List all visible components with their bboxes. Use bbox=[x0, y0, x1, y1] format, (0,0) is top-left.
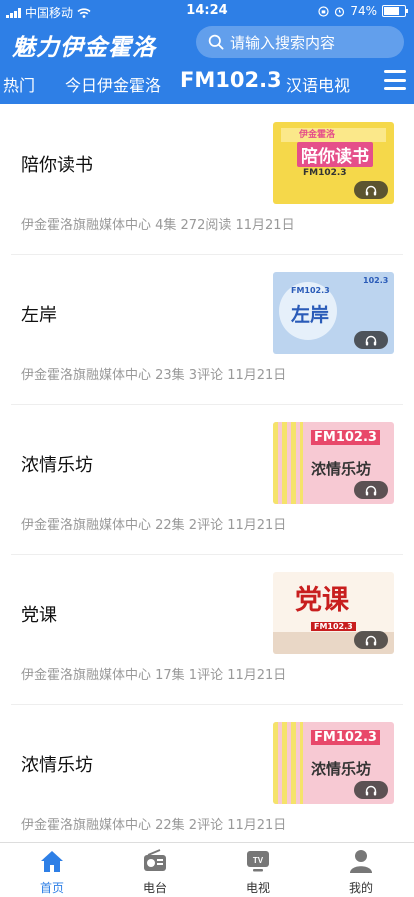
search-placeholder: 请输入搜索内容 bbox=[230, 33, 336, 52]
item-title: 浓情乐坊 bbox=[21, 455, 93, 476]
tv-icon: TV bbox=[247, 851, 269, 872]
item-thumbnail[interactable]: 党课 FM102.3 bbox=[273, 572, 394, 654]
thumb-title: 浓情乐坊 bbox=[311, 760, 372, 778]
list-item[interactable]: 党课 伊金霍洛旗融媒体中心 17集 1评论 11月21日 党课 FM102.3 bbox=[11, 554, 403, 705]
orientation-lock-icon bbox=[318, 5, 329, 17]
status-bar: 中国移动 14:24 74% bbox=[0, 0, 414, 24]
thumb-title: 党课 bbox=[295, 585, 349, 616]
list-item[interactable]: 浓情乐坊 伊金霍洛旗融媒体中心 22集 2评论 11月21日 FM102.3 浓… bbox=[11, 704, 403, 855]
tab-fm[interactable]: FM102.3 bbox=[180, 68, 282, 92]
headphones-icon bbox=[365, 185, 377, 195]
item-title: 浓情乐坊 bbox=[21, 755, 93, 776]
item-title: 陪你读书 bbox=[21, 155, 93, 176]
top-header: 中国移动 14:24 74% 魅力伊金霍洛 请输入搜索内容 热门 今日伊金霍洛 … bbox=[0, 0, 414, 104]
app-logo: 魅力伊金霍洛 bbox=[12, 35, 156, 61]
battery-percent: 74% bbox=[350, 4, 377, 18]
headphones-icon bbox=[365, 785, 377, 795]
search-bar[interactable]: 请输入搜索内容 bbox=[196, 26, 404, 58]
search-icon bbox=[208, 34, 224, 50]
nav-radio[interactable]: 电台 bbox=[125, 849, 185, 896]
user-icon bbox=[350, 850, 372, 873]
headphones-icon bbox=[365, 335, 377, 345]
item-thumbnail[interactable]: 102.3 FM102.3 左岸 bbox=[273, 272, 394, 354]
item-title: 左岸 bbox=[21, 305, 57, 326]
thumb-title: 左岸 bbox=[291, 304, 330, 326]
nav-home[interactable]: 首页 bbox=[22, 849, 82, 896]
headphones-icon bbox=[365, 485, 377, 495]
thumb-title: 浓情乐坊 bbox=[311, 460, 372, 478]
play-button[interactable] bbox=[354, 331, 388, 349]
play-button[interactable] bbox=[354, 781, 388, 799]
thumb-title: 陪你读书 bbox=[297, 142, 373, 167]
home-icon bbox=[41, 851, 63, 872]
item-thumbnail[interactable]: FM102.3 浓情乐坊 bbox=[273, 422, 394, 504]
thumb-sub: FM102.3 bbox=[291, 286, 330, 295]
tab-today[interactable]: 今日伊金霍洛 bbox=[65, 72, 161, 96]
item-meta: 伊金霍洛旗融媒体中心 23集 3评论 11月21日 bbox=[21, 368, 287, 383]
nav-mine[interactable]: 我的 bbox=[331, 849, 391, 896]
thumb-top-text: 102.3 bbox=[363, 276, 389, 285]
list-item[interactable]: 左岸 伊金霍洛旗融媒体中心 23集 3评论 11月21日 102.3 FM102… bbox=[11, 254, 403, 405]
tab-chinese-tv[interactable]: 汉语电视 bbox=[286, 72, 350, 96]
play-button[interactable] bbox=[354, 631, 388, 649]
list-item[interactable]: 陪你读书 伊金霍洛旗融媒体中心 4集 272阅读 11月21日 伊金霍洛 陪你读… bbox=[11, 104, 403, 255]
nav-label: 我的 bbox=[348, 881, 373, 895]
item-meta: 伊金霍洛旗融媒体中心 4集 272阅读 11月21日 bbox=[21, 218, 295, 233]
thumb-sub: FM102.3 bbox=[311, 430, 380, 445]
tab-hot[interactable]: 热门 bbox=[3, 72, 35, 96]
bottom-nav: 首页 电台 TV 电视 我的 bbox=[0, 842, 414, 897]
play-button[interactable] bbox=[354, 181, 388, 199]
nav-tv[interactable]: TV 电视 bbox=[228, 849, 288, 896]
battery-icon bbox=[382, 5, 408, 17]
thumb-sub: FM102.3 bbox=[311, 730, 380, 745]
item-title: 党课 bbox=[21, 605, 57, 626]
item-meta: 伊金霍洛旗融媒体中心 22集 2评论 11月21日 bbox=[21, 518, 287, 533]
thumb-top-text: 伊金霍洛 bbox=[299, 130, 336, 140]
item-thumbnail[interactable]: 伊金霍洛 陪你读书 FM102.3 bbox=[273, 122, 394, 204]
nav-label: 电台 bbox=[142, 881, 167, 895]
play-button[interactable] bbox=[354, 481, 388, 499]
nav-label: 首页 bbox=[39, 881, 64, 895]
menu-icon[interactable] bbox=[384, 70, 406, 90]
thumb-sub: FM102.3 bbox=[311, 622, 356, 631]
thumb-sub: FM102.3 bbox=[303, 168, 347, 178]
nav-label: 电视 bbox=[245, 881, 270, 895]
list-item[interactable]: 浓情乐坊 伊金霍洛旗融媒体中心 22集 2评论 11月21日 FM102.3 浓… bbox=[11, 404, 403, 555]
battery-fill bbox=[384, 7, 399, 15]
item-meta: 伊金霍洛旗融媒体中心 22集 2评论 11月21日 bbox=[21, 818, 287, 833]
headphones-icon bbox=[365, 635, 377, 645]
item-thumbnail[interactable]: FM102.3 浓情乐坊 bbox=[273, 722, 394, 804]
alarm-icon bbox=[335, 6, 345, 17]
category-tabs: 热门 今日伊金霍洛 FM102.3 汉语电视 bbox=[0, 66, 414, 102]
radio-icon bbox=[144, 849, 166, 871]
item-meta: 伊金霍洛旗融媒体中心 17集 1评论 11月21日 bbox=[21, 668, 287, 683]
svg-text:TV: TV bbox=[253, 856, 264, 865]
